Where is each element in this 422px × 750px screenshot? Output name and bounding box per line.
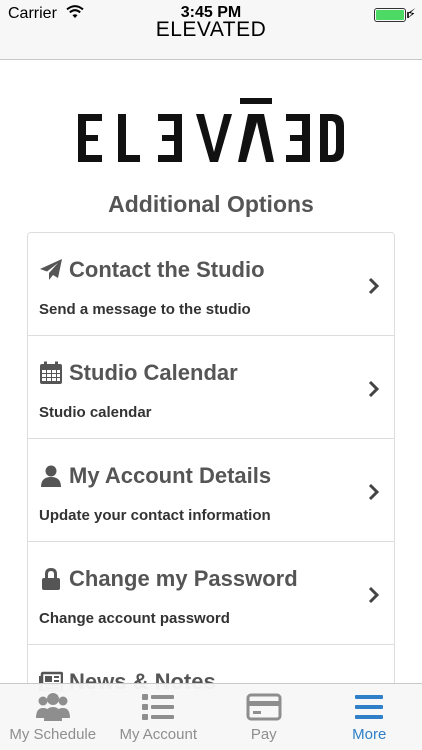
tab-my-account[interactable]: My Account — [106, 684, 212, 750]
chevron-right-icon — [368, 277, 380, 295]
elevated-logo — [78, 98, 344, 162]
lock-icon — [42, 568, 60, 590]
tab-more[interactable]: More — [317, 684, 422, 750]
tab-my-schedule[interactable]: My Schedule — [0, 684, 106, 750]
navigation-bar: Carrier 3:45 PM ⚡ ELEVATED — [0, 0, 422, 60]
paper-plane-icon — [40, 259, 62, 280]
option-subtitle: Send a message to the studio — [39, 301, 251, 318]
option-change-password[interactable]: Change my Password Change account passwo… — [28, 542, 394, 645]
option-subtitle: Change account password — [39, 610, 230, 627]
option-title: Contact the Studio — [39, 257, 265, 283]
tab-label: Pay — [250, 726, 277, 743]
list-icon — [142, 694, 175, 720]
page-title: ELEVATED — [155, 18, 267, 41]
options-list: Contact the Studio Send a message to the… — [27, 232, 395, 692]
tab-label: My Schedule — [9, 726, 97, 743]
calendar-icon — [40, 361, 62, 384]
group-icon — [35, 693, 70, 721]
chevron-right-icon — [368, 483, 380, 501]
option-subtitle: Studio calendar — [39, 404, 152, 421]
option-contact-studio[interactable]: Contact the Studio Send a message to the… — [28, 233, 394, 336]
menu-icon — [355, 695, 384, 719]
user-icon — [41, 465, 61, 487]
tab-bar: My Schedule My Account Pay More — [0, 683, 422, 750]
tab-label: My Account — [119, 726, 198, 743]
option-account-details[interactable]: My Account Details Update your contact i… — [28, 439, 394, 542]
option-title: Change my Password — [39, 566, 298, 592]
credit-card-icon — [246, 693, 282, 721]
option-subtitle: Update your contact information — [39, 507, 271, 524]
option-title: My Account Details — [39, 463, 271, 489]
tab-pay[interactable]: Pay — [211, 684, 317, 750]
option-title: Studio Calendar — [39, 360, 238, 386]
chevron-right-icon — [368, 586, 380, 604]
option-studio-calendar[interactable]: Studio Calendar Studio calendar — [28, 336, 394, 439]
chevron-right-icon — [368, 380, 380, 398]
section-title: Additional Options — [108, 191, 314, 217]
tab-label: More — [352, 726, 387, 743]
